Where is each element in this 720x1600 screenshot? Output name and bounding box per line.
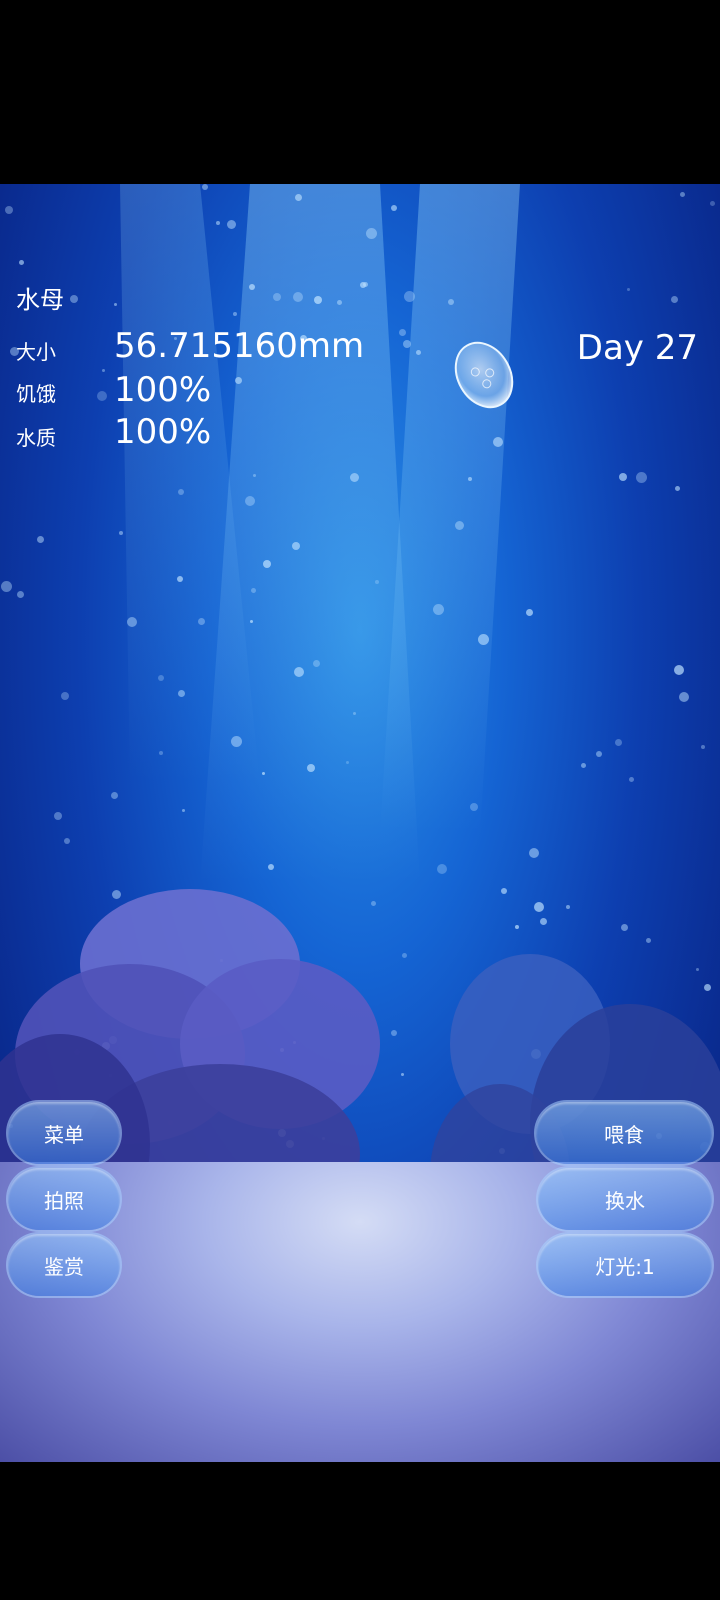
bubble xyxy=(375,580,379,584)
bubble xyxy=(313,660,320,667)
bubble xyxy=(615,739,622,746)
bubble xyxy=(401,1073,404,1076)
light-button[interactable]: 灯光:1 xyxy=(538,1234,712,1296)
bubble xyxy=(263,560,271,568)
bubble xyxy=(64,838,70,844)
bubble xyxy=(158,675,164,681)
water-quality-value: 100% xyxy=(114,412,212,452)
bubble xyxy=(674,665,684,675)
bubble xyxy=(178,489,184,495)
bubble xyxy=(1,581,12,592)
bubble xyxy=(675,486,680,491)
appreciate-button[interactable]: 鉴赏 xyxy=(8,1234,120,1296)
bubble xyxy=(501,888,507,894)
bubble xyxy=(307,764,315,772)
bubble xyxy=(37,536,44,543)
bubble xyxy=(437,864,447,874)
bubble xyxy=(198,618,205,625)
bubble xyxy=(581,763,586,768)
hunger-label: 饥饿 xyxy=(16,382,56,406)
bubble xyxy=(182,809,185,812)
bubble xyxy=(159,751,163,755)
bubble xyxy=(353,712,356,715)
size-label: 大小 xyxy=(16,340,56,364)
bubble xyxy=(294,667,304,677)
bubble xyxy=(402,953,407,958)
aquarium-scene: 水母 大小 56.715160mm 饥饿 100% 水质 100% Day 27… xyxy=(0,184,720,1462)
feed-button[interactable]: 喂食 xyxy=(536,1102,712,1164)
size-value: 56.715160mm xyxy=(114,326,365,366)
hunger-value: 100% xyxy=(114,370,212,410)
bubble xyxy=(534,902,544,912)
bubble xyxy=(679,692,689,702)
bubble xyxy=(127,617,137,627)
bubble xyxy=(17,591,24,598)
bubble xyxy=(529,848,539,858)
bubble xyxy=(346,761,349,764)
creature-name: 水母 xyxy=(16,286,64,314)
bubble xyxy=(231,736,242,747)
bubble xyxy=(251,588,256,593)
water-quality-label: 水质 xyxy=(16,426,56,450)
bubble xyxy=(61,692,69,700)
bubble xyxy=(292,542,300,550)
bubble xyxy=(250,620,253,623)
bubble xyxy=(111,792,118,799)
bubble xyxy=(177,576,183,582)
bubble xyxy=(433,604,444,615)
bubble xyxy=(526,609,533,616)
menu-button[interactable]: 菜单 xyxy=(8,1102,120,1164)
jellyfish-icon[interactable] xyxy=(448,336,520,414)
bubble xyxy=(455,521,464,530)
bubble xyxy=(178,690,185,697)
bubble xyxy=(262,772,265,775)
photo-button[interactable]: 拍照 xyxy=(8,1168,120,1230)
bubble xyxy=(478,634,489,645)
bubble xyxy=(245,496,255,506)
bubble xyxy=(119,531,123,535)
bubble xyxy=(54,812,62,820)
bubble xyxy=(596,751,602,757)
bubble xyxy=(701,745,705,749)
bubble xyxy=(470,803,478,811)
bubble xyxy=(566,905,570,909)
change-water-button[interactable]: 换水 xyxy=(538,1168,712,1230)
bubble xyxy=(629,777,634,782)
day-counter: Day 27 xyxy=(576,328,698,368)
